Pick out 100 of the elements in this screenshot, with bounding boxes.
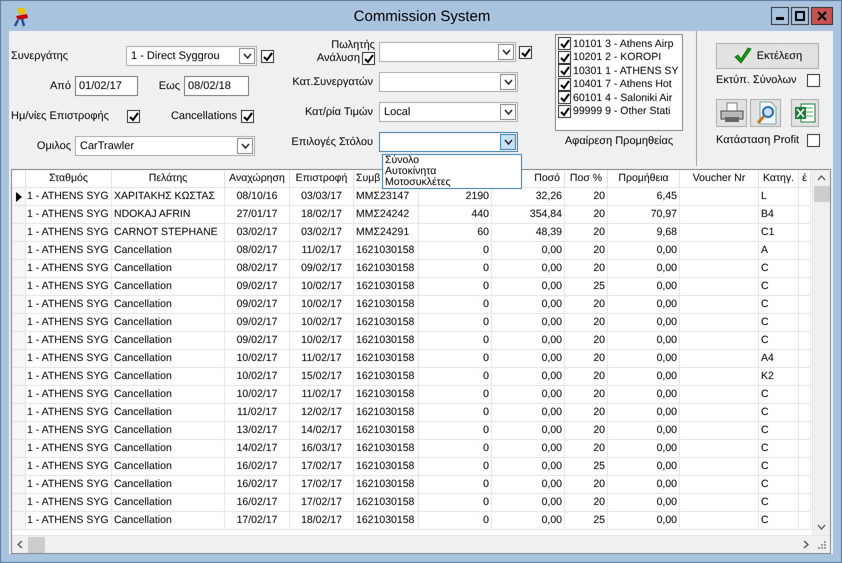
table-cell: 1 - ATHENS SYG	[26, 440, 112, 458]
checkbox[interactable]	[241, 110, 254, 122]
checklist-item[interactable]: 10201 2 - KOROPI	[573, 51, 662, 64]
checkbox[interactable]	[558, 37, 571, 50]
table-cell: Cancellation	[112, 440, 225, 458]
table-cell: 2190	[419, 188, 492, 206]
column-header[interactable]: Επιστροφή	[290, 170, 354, 188]
checklist-item[interactable]: 10301 1 - ATHENS SY	[573, 64, 678, 77]
checkbox[interactable]	[558, 50, 571, 64]
table-cell: 1621030158	[354, 386, 419, 404]
column-header[interactable]: Προμήθεια	[608, 170, 680, 188]
date-field[interactable]: 08/02/18	[184, 76, 249, 96]
column-header[interactable]: Voucher Nr	[680, 170, 759, 188]
checkbox[interactable]	[558, 78, 571, 91]
run-button[interactable]: Εκτέλεση	[716, 43, 819, 69]
close-icon[interactable]	[817, 11, 827, 21]
price-category-dropdown[interactable]: Local	[379, 102, 518, 122]
print-button[interactable]	[716, 99, 747, 127]
table-cell: 0,00	[492, 368, 565, 386]
table-cell	[799, 476, 811, 494]
checkbox[interactable]	[807, 134, 820, 146]
table-cell: 0,00	[608, 476, 680, 494]
table-cell: 20	[565, 494, 608, 512]
checkbox[interactable]	[261, 50, 274, 62]
column-header[interactable]: έ	[799, 170, 811, 188]
table-cell: 17/02/17	[225, 512, 290, 530]
table-cell: 0,00	[492, 440, 565, 458]
checkbox[interactable]	[558, 64, 571, 78]
list-caption: Αφαίρεση Προμηθείας	[564, 135, 674, 147]
table-cell: K2	[759, 368, 799, 386]
vertical-scrollbar[interactable]	[812, 170, 830, 535]
date-field[interactable]: 01/02/17	[75, 76, 138, 96]
table-cell: 48,39	[492, 224, 565, 242]
table-cell: 10/02/17	[225, 350, 290, 368]
current-row-icon	[16, 192, 22, 202]
maximize-button[interactable]	[791, 7, 809, 25]
table-cell: 16/02/17	[225, 494, 290, 512]
scrollbar-thumb[interactable]	[814, 186, 830, 202]
checklist-item[interactable]: 60101 4 - Saloniki Air	[573, 92, 672, 104]
table-cell: 0,00	[492, 512, 565, 530]
column-header[interactable]: Ποσ %	[565, 170, 608, 188]
maximize-icon[interactable]	[795, 11, 805, 21]
preview-button[interactable]	[750, 99, 781, 127]
table-cell	[799, 494, 811, 512]
dropdown-option[interactable]: Σύνολο	[385, 155, 519, 166]
row-header[interactable]	[12, 188, 26, 206]
checkbox[interactable]	[558, 104, 571, 118]
minimize-button[interactable]	[771, 7, 789, 25]
table-cell: Cancellation	[112, 458, 225, 476]
table-cell: 1 - ATHENS SYG	[26, 224, 112, 242]
excel-export-button[interactable]	[791, 99, 819, 127]
partner-category-dropdown[interactable]	[379, 72, 518, 92]
table-cell: C	[759, 494, 799, 512]
chevron-down-icon	[504, 109, 512, 115]
checkbox[interactable]	[362, 52, 375, 65]
table-cell: 70,97	[608, 206, 680, 224]
table-cell: 0,00	[608, 440, 680, 458]
table-cell: 0	[419, 386, 492, 404]
scrollbar-thumb[interactable]	[28, 536, 45, 552]
table-cell: 1 - ATHENS SYG	[26, 278, 112, 296]
table-cell: 0	[419, 368, 492, 386]
chevron-up-icon	[817, 175, 826, 181]
table-cell: 25	[565, 512, 608, 530]
checkbox[interactable]	[558, 91, 571, 104]
table-cell: C	[759, 512, 799, 530]
checkbox[interactable]	[127, 110, 140, 122]
table-cell: 32,26	[492, 188, 565, 206]
chevron-down-icon	[817, 524, 826, 530]
column-header[interactable]: Κατηγ.	[759, 170, 799, 188]
checklist-item[interactable]: 99999 9 - Other Stati	[573, 105, 670, 118]
fleet-options-dropdown[interactable]	[379, 132, 518, 152]
table-cell: ΧΑΡΙΤΑΚΗΣ ΚΩΣΤΑΣ	[112, 188, 225, 206]
checklist-item[interactable]: 10101 3 - Athens Airp	[573, 38, 674, 50]
table-cell: 14/02/17	[225, 440, 290, 458]
checkbox[interactable]	[519, 46, 532, 58]
table-cell: 09/02/17	[225, 314, 290, 332]
table-cell: 6,45	[608, 188, 680, 206]
horizontal-scrollbar[interactable]	[12, 535, 830, 553]
table-cell: 10/02/17	[225, 386, 290, 404]
table-cell: 20	[565, 440, 608, 458]
table-cell: C	[759, 422, 799, 440]
checkbox[interactable]	[807, 74, 820, 86]
column-header[interactable]: Πελάτης	[112, 170, 225, 188]
column-header[interactable]: Αναχώρηση	[225, 170, 290, 188]
field-label: Πωλητής	[331, 39, 375, 52]
group-dropdown[interactable]: CarTrawler	[75, 136, 255, 156]
close-button[interactable]	[811, 7, 833, 25]
table-cell: 0,00	[608, 314, 680, 332]
table-cell: 03/02/17	[225, 224, 290, 242]
column-header[interactable]: Σταθμός	[26, 170, 112, 188]
table-cell	[799, 206, 811, 224]
partner-dropdown[interactable]: 1 - Direct Syggrou	[126, 46, 257, 66]
table-cell: 17/02/17	[290, 494, 354, 512]
table-cell: 1 - ATHENS SYG	[26, 476, 112, 494]
table-cell: Cancellation	[112, 296, 225, 314]
station-checklist[interactable]: 10101 3 - Athens Airp 10201 2 - KOROPI 10301 1 - ATHENS SY 10401 7 - Athens Hot 60101 4 - Saloniki Air 99999 9 - Other Stati	[555, 34, 683, 131]
table-cell: 17/02/17	[290, 458, 354, 476]
table-cell: 1621030158	[354, 404, 419, 422]
table-cell: 0	[419, 296, 492, 314]
checklist-item[interactable]: 10401 7 - Athens Hot	[573, 78, 672, 90]
